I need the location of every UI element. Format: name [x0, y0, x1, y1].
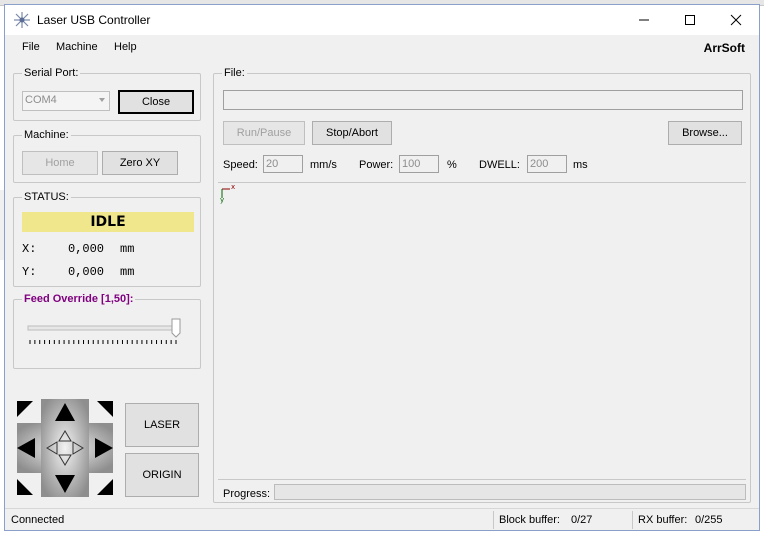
menu-machine[interactable]: Machine: [56, 41, 98, 53]
maximize-icon: [685, 15, 695, 25]
rx-buffer-label: RX buffer:: [638, 514, 688, 526]
dwell-field[interactable]: 200: [527, 155, 567, 173]
jog-down-right-arrow-icon[interactable]: [97, 479, 113, 495]
browse-button[interactable]: Browse...: [668, 121, 742, 145]
status-divider: [632, 511, 633, 529]
x-unit: mm: [120, 242, 135, 256]
power-unit: %: [447, 159, 457, 171]
origin-button[interactable]: ORIGIN: [125, 453, 199, 497]
status-badge: IDLE: [22, 212, 194, 232]
speed-field[interactable]: 20: [263, 155, 303, 173]
preview-bottom-divider: [218, 479, 746, 480]
maximize-button[interactable]: [667, 5, 713, 35]
slider-thumb[interactable]: [171, 318, 181, 338]
connection-status: Connected: [11, 514, 65, 526]
close-port-button[interactable]: Close: [118, 90, 194, 114]
jog-up-left-arrow-icon[interactable]: [17, 401, 33, 417]
speed-unit: mm/s: [310, 159, 337, 171]
chevron-down-icon: [99, 98, 105, 102]
preview-top-divider: [218, 182, 746, 183]
power-label: Power:: [359, 159, 394, 171]
laser-button[interactable]: LASER: [125, 403, 199, 447]
serial-port-group: Serial Port: COM4 Close: [13, 67, 201, 121]
title-bar[interactable]: Laser USB Controller: [5, 5, 759, 35]
serial-port-value: COM4: [25, 94, 57, 106]
x-value: 0,000: [68, 242, 105, 256]
zero-xy-button[interactable]: Zero XY: [102, 151, 178, 175]
jog-pad: [17, 399, 113, 497]
dwell-label: DWELL:: [479, 159, 520, 171]
progress-label: Progress:: [223, 488, 271, 500]
axis-x-label: x: [231, 183, 236, 191]
y-value: 0,000: [68, 265, 105, 279]
status-divider: [493, 511, 494, 529]
machine-label: Machine:: [22, 129, 71, 142]
speed-label: Speed:: [223, 159, 258, 171]
laser-app-icon: [14, 12, 30, 28]
menu-file[interactable]: File: [22, 41, 40, 53]
block-buffer-label: Block buffer:: [499, 514, 560, 526]
home-button[interactable]: Home: [22, 151, 98, 175]
brand-label: ArrSoft: [703, 41, 745, 55]
menu-bar: File Machine Help ArrSoft: [5, 35, 759, 59]
jog-up-right-arrow-icon[interactable]: [97, 401, 113, 417]
close-icon: [730, 14, 742, 26]
stop-abort-button[interactable]: Stop/Abort: [312, 121, 392, 145]
app-window: Laser USB Controller File Machine Help A…: [4, 4, 760, 531]
status-group: STATUS: IDLE X: 0,000 mm Y: 0,000 mm: [13, 191, 201, 287]
serial-port-select[interactable]: COM4: [22, 91, 110, 111]
minimize-icon: [639, 19, 649, 21]
x-label: X:: [22, 242, 37, 256]
axis-y-label: y: [220, 196, 225, 204]
close-window-button[interactable]: [713, 5, 759, 35]
gcode-preview-canvas[interactable]: x y: [218, 183, 746, 478]
minimize-button[interactable]: [621, 5, 667, 35]
file-group: File: Run/Pause Stop/Abort Browse... Spe…: [213, 67, 751, 503]
feed-override-slider[interactable]: [24, 316, 190, 348]
status-bar: Connected Block buffer: 0/27 RX buffer: …: [5, 508, 759, 530]
power-field[interactable]: 100: [399, 155, 439, 173]
block-buffer-value: 0/27: [571, 514, 593, 526]
y-unit: mm: [120, 265, 135, 279]
y-label: Y:: [22, 265, 37, 279]
run-pause-button[interactable]: Run/Pause: [223, 121, 305, 145]
file-label: File:: [222, 67, 247, 80]
rx-buffer-value: 0/255: [695, 514, 723, 526]
status-label: STATUS:: [22, 191, 71, 204]
file-path-field[interactable]: [223, 90, 743, 110]
feed-override-group: Feed Override [1,50]:: [13, 293, 201, 369]
machine-group: Machine: Home Zero XY: [13, 129, 201, 183]
serial-port-label: Serial Port:: [22, 67, 81, 80]
window-title: Laser USB Controller: [37, 13, 151, 27]
progress-bar: [274, 484, 746, 500]
menu-help[interactable]: Help: [114, 41, 137, 53]
feed-override-label: Feed Override [1,50]:: [22, 293, 136, 306]
jog-down-left-arrow-icon[interactable]: [17, 479, 33, 495]
dwell-unit: ms: [573, 159, 588, 171]
